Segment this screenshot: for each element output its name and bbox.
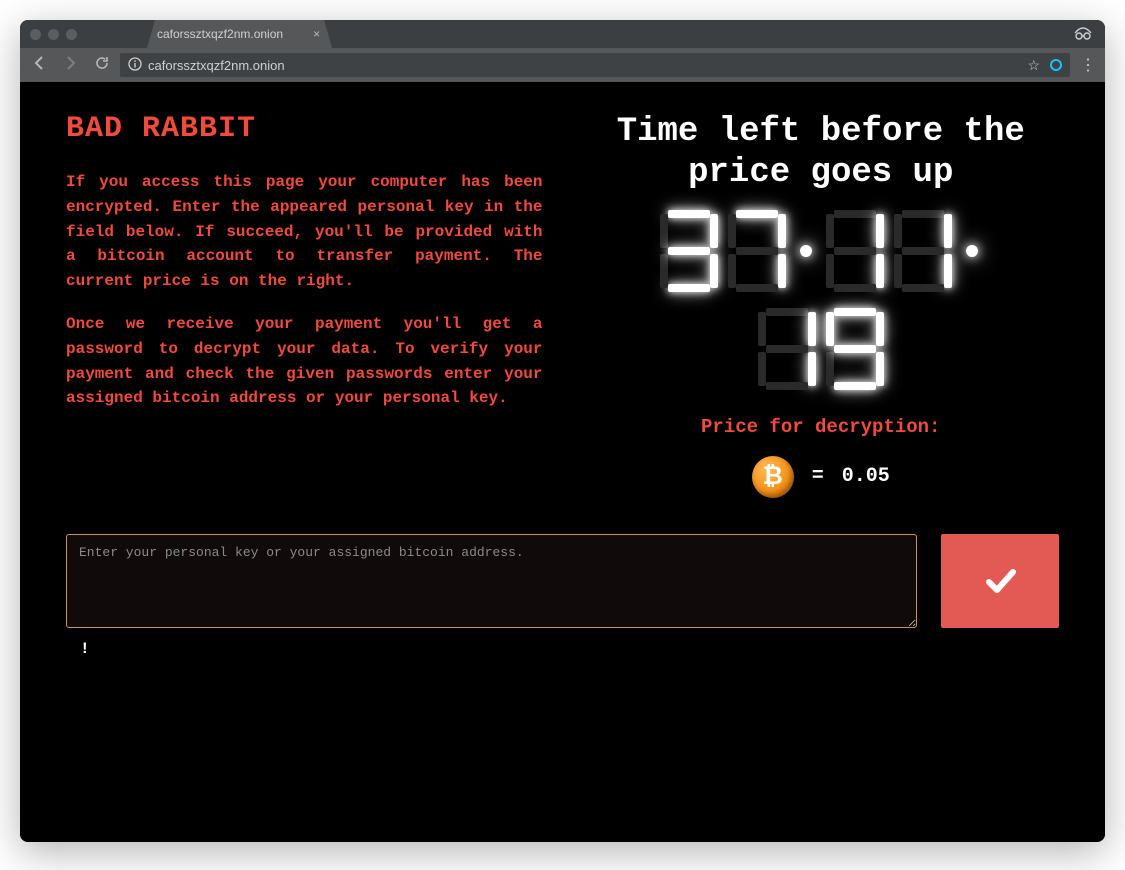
price-row: ₿ = 0.05	[583, 456, 1060, 498]
seconds-tens	[758, 308, 816, 390]
extension-icon[interactable]	[1050, 59, 1062, 71]
browser-tab[interactable]: caforssztxqzf2nm.onion ×	[147, 20, 332, 48]
tab-title: caforssztxqzf2nm.onion	[157, 27, 283, 41]
forward-button[interactable]	[62, 54, 80, 77]
hours-ones	[728, 210, 786, 292]
instructions-1: If you access this page your computer ha…	[66, 170, 543, 294]
submit-button[interactable]	[941, 534, 1059, 628]
zoom-dot[interactable]	[66, 29, 77, 40]
back-button[interactable]	[30, 54, 48, 77]
browser-toolbar: caforssztxqzf2nm.onion ☆ ⋮	[20, 48, 1105, 82]
menu-icon[interactable]: ⋮	[1080, 55, 1095, 75]
page-content: BAD RABBIT If you access this page your …	[20, 82, 1105, 842]
check-icon	[979, 560, 1021, 602]
minimize-dot[interactable]	[48, 29, 59, 40]
close-tab-icon[interactable]: ×	[313, 27, 320, 41]
separator-2	[962, 210, 982, 292]
price-amount: 0.05	[842, 465, 890, 488]
page-title: BAD RABBIT	[66, 112, 543, 146]
seconds-ones	[826, 308, 884, 390]
equals-sign: =	[812, 465, 824, 488]
personal-key-input[interactable]	[66, 534, 917, 628]
price-label: Price for decryption:	[583, 416, 1060, 438]
site-info-icon[interactable]	[128, 57, 142, 74]
bookmark-icon[interactable]: ☆	[1027, 57, 1040, 74]
bitcoin-icon: ₿	[752, 456, 794, 498]
countdown-timer	[583, 210, 1060, 390]
url-text: caforssztxqzf2nm.onion	[148, 58, 285, 73]
reload-button[interactable]	[94, 55, 110, 76]
minutes-ones	[894, 210, 952, 292]
minutes-tens	[826, 210, 884, 292]
countdown-heading: Time left before the price goes up	[583, 112, 1060, 194]
hours-tens	[660, 210, 718, 292]
titlebar: caforssztxqzf2nm.onion ×	[20, 20, 1105, 48]
browser-window: caforssztxqzf2nm.onion ×	[20, 20, 1105, 842]
separator-1	[796, 210, 816, 292]
url-bar[interactable]: caforssztxqzf2nm.onion ☆	[120, 53, 1070, 77]
status-indicator: !	[80, 640, 1059, 658]
close-dot[interactable]	[30, 29, 41, 40]
incognito-icon	[1073, 26, 1093, 45]
window-controls	[30, 29, 77, 40]
instructions-2: Once we receive your payment you'll get …	[66, 312, 543, 411]
